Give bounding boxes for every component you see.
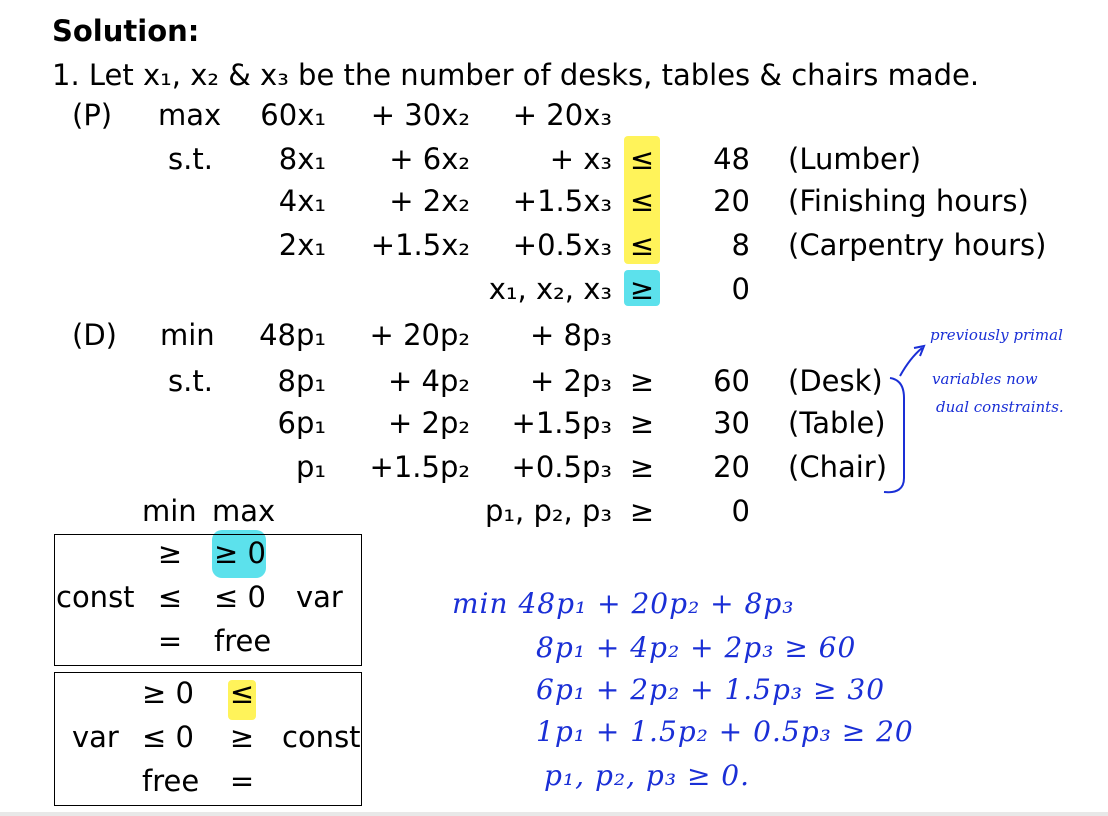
dual-r2-c1: 6p₁ <box>277 406 326 440</box>
primal-r1-c2: + 6x₂ <box>389 142 470 176</box>
primal-r1-rel: ≤ <box>629 142 655 176</box>
box1-col2-r3: free <box>214 624 272 658</box>
primal-r1-c3: + x₃ <box>549 142 612 176</box>
primal-obj-1: 60x₁ <box>260 98 326 132</box>
primal-r1-name: (Lumber) <box>788 142 922 176</box>
box2-col1-r1: ≥ 0 <box>142 676 194 710</box>
table-header-min: min <box>142 494 197 528</box>
bracket-arrow-annotation <box>883 344 926 494</box>
dual-sign-vars: p₁, p₂, p₃ <box>485 494 612 528</box>
primal-r1-c1: 8x₁ <box>278 142 326 176</box>
primal-r3-c3: +0.5x₃ <box>512 228 612 262</box>
dual-r1-name: (Desk) <box>788 364 883 398</box>
primal-sign-vars: x₁, x₂, x₃ <box>488 272 612 306</box>
primal-r3-rel: ≤ <box>629 228 655 262</box>
box2-col2-r2: ≥ <box>229 720 255 754</box>
primal-obj-2: + 30x₂ <box>370 98 470 132</box>
dual-r1-c3: + 2p₃ <box>529 364 612 398</box>
primal-r2-rel: ≤ <box>629 184 655 218</box>
hand-line-3: 6p₁ + 2p₂ + 1.5p₃ ≥ 30 <box>536 673 886 706</box>
note-line-2: variables now <box>932 370 1038 388</box>
dual-r1-rhs: 60 <box>713 364 750 398</box>
table-header-max: max <box>212 494 276 528</box>
primal-st: s.t. <box>168 142 213 176</box>
box2-col2-r1: ≤ <box>229 676 255 710</box>
primal-obj-3: + 20x₃ <box>512 98 612 132</box>
primal-r2-c1: 4x₁ <box>278 184 326 218</box>
dual-r2-c3: +1.5p₃ <box>511 406 612 440</box>
dual-obj-3: + 8p₃ <box>529 318 612 352</box>
primal-r2-c2: + 2x₂ <box>389 184 470 218</box>
box1-col1-r2: ≤ <box>157 580 183 614</box>
dual-st: s.t. <box>168 364 213 398</box>
primal-r2-name: (Finishing hours) <box>788 184 1029 218</box>
primal-max: max <box>158 98 222 132</box>
dual-r3-rel: ≥ <box>629 450 655 484</box>
dual-obj-1: 48p₁ <box>259 318 326 352</box>
dual-r1-rel: ≥ <box>629 364 655 398</box>
hand-line-1: min 48p₁ + 20p₂ + 8p₃ <box>452 587 795 620</box>
box1-col1-r1: ≥ <box>157 536 183 570</box>
box1-left-label: const <box>56 580 135 614</box>
intro-line: 1. Let x₁, x₂ & x₃ be the number of desk… <box>52 58 980 92</box>
primal-r1-rhs: 48 <box>713 142 750 176</box>
dual-sign-rhs: 0 <box>731 494 750 528</box>
dual-r3-c2: +1.5p₂ <box>369 450 470 484</box>
primal-r3-c1: 2x₁ <box>278 228 326 262</box>
box1-col2-r1: ≥ 0 <box>214 536 266 570</box>
primal-sign-rhs: 0 <box>731 272 750 306</box>
dual-min: min <box>160 318 215 352</box>
dual-r3-c3: +0.5p₃ <box>511 450 612 484</box>
dual-r3-c1: p₁ <box>295 450 326 484</box>
note-line-1: previously primal <box>930 326 1063 344</box>
dual-r1-c2: + 4p₂ <box>387 364 470 398</box>
dual-r2-rel: ≥ <box>629 406 655 440</box>
box1-right-label: var <box>296 580 343 614</box>
dual-r1-c1: 8p₁ <box>277 364 326 398</box>
primal-label: (P) <box>72 98 113 132</box>
hand-line-5: p₁, p₂, p₃ ≥ 0. <box>544 759 751 792</box>
heading: Solution: <box>52 14 200 48</box>
primal-r2-rhs: 20 <box>713 184 750 218</box>
box1-col2-r2: ≤ 0 <box>214 580 266 614</box>
dual-r3-rhs: 20 <box>713 450 750 484</box>
box2-col1-r3: free <box>142 764 200 798</box>
bottom-edge <box>0 812 1108 816</box>
dual-r2-rhs: 30 <box>713 406 750 440</box>
dual-label: (D) <box>72 318 117 352</box>
dual-sign-rel: ≥ <box>629 494 655 528</box>
primal-r3-c2: +1.5x₂ <box>370 228 470 262</box>
dual-obj-2: + 20p₂ <box>369 318 470 352</box>
primal-r2-c3: +1.5x₃ <box>512 184 612 218</box>
box1-col1-r3: = <box>157 624 183 658</box>
box2-col1-r2: ≤ 0 <box>142 720 194 754</box>
box2-right-label: const <box>282 720 361 754</box>
hand-line-4: 1p₁ + 1.5p₂ + 0.5p₃ ≥ 20 <box>536 715 914 748</box>
hand-line-2: 8p₁ + 4p₂ + 2p₃ ≥ 60 <box>536 631 857 664</box>
primal-sign-rel: ≥ <box>629 272 655 306</box>
box2-col2-r3: = <box>229 764 255 798</box>
primal-r3-name: (Carpentry hours) <box>788 228 1047 262</box>
box2-left-label: var <box>72 720 119 754</box>
note-line-3: dual constraints. <box>936 398 1064 416</box>
primal-r3-rhs: 8 <box>731 228 750 262</box>
dual-r2-c2: + 2p₂ <box>387 406 470 440</box>
